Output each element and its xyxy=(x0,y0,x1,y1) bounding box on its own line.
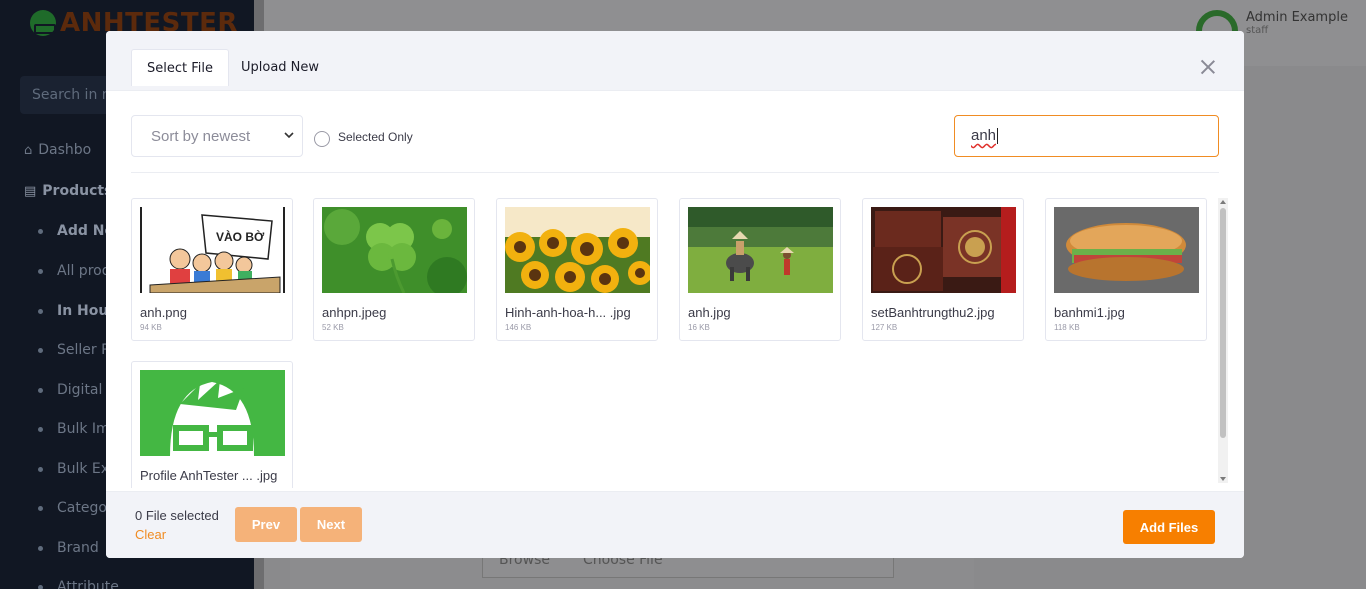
file-card[interactable]: Hinh-anh-hoa-h... .jpg 146 KB xyxy=(496,198,658,341)
file-card[interactable]: anh.jpg 16 KB xyxy=(679,198,841,341)
file-name: anh.jpg xyxy=(688,305,731,320)
bullet-icon xyxy=(38,426,43,432)
file-grid-scrollbar[interactable] xyxy=(1218,198,1228,483)
file-size: 16 KB xyxy=(688,323,710,332)
file-size: 118 KB xyxy=(1054,323,1080,332)
bullet-icon xyxy=(38,308,43,314)
file-size: 127 KB xyxy=(871,323,898,332)
file-name: anhpn.jpeg xyxy=(322,305,387,320)
file-thumbnail xyxy=(871,207,1016,293)
file-name: setBanhtrungthu2.jpg xyxy=(871,305,995,320)
file-card[interactable]: banhmi1.jpg 118 KB xyxy=(1045,198,1207,341)
file-size: 52 KB xyxy=(322,323,344,332)
sidebar-item-label: Dashbo xyxy=(38,142,92,158)
file-picker-modal: Select File Upload New Sort by newest Se… xyxy=(106,31,1244,558)
file-name: anh.png xyxy=(140,305,187,320)
file-name: Hinh-anh-hoa-h... .jpg xyxy=(505,305,631,320)
divider xyxy=(131,172,1219,173)
clear-link[interactable]: Clear xyxy=(135,527,166,542)
selected-only-label: Selected Only xyxy=(338,130,413,144)
sidebar-item[interactable]: Categor xyxy=(38,500,113,516)
file-thumbnail xyxy=(1054,207,1199,293)
scroll-down-icon[interactable] xyxy=(1220,477,1226,481)
sidebar-item[interactable]: Brand xyxy=(38,540,99,556)
file-card[interactable]: Profile AnhTester ... .jpg xyxy=(131,361,293,488)
file-name: Profile AnhTester ... .jpg xyxy=(140,468,278,483)
cart-icon: ▤ xyxy=(24,183,37,199)
scroll-up-icon[interactable] xyxy=(1220,200,1226,204)
search-input-value: anh xyxy=(971,127,997,144)
modal-header: Select File Upload New xyxy=(106,31,1244,91)
file-card[interactable]: VÀO BỜ anh.png 94 KB xyxy=(131,198,293,341)
file-size: 94 KB xyxy=(140,323,162,332)
chevron-down-icon xyxy=(284,132,294,139)
sidebar-item[interactable]: ⌂ Dashbo xyxy=(24,142,91,158)
file-card[interactable]: anhpn.jpeg 52 KB xyxy=(313,198,475,341)
next-button[interactable]: Next xyxy=(300,507,362,542)
file-thumbnail xyxy=(140,370,285,456)
close-icon[interactable] xyxy=(1198,57,1218,77)
prev-button[interactable]: Prev xyxy=(235,507,297,542)
sidebar-item-label: Brand xyxy=(57,540,99,556)
bullet-icon xyxy=(38,228,43,234)
tab-select-file[interactable]: Select File xyxy=(131,49,229,86)
selected-only-toggle[interactable]: Selected Only xyxy=(314,127,413,147)
bullet-icon xyxy=(38,584,43,589)
bullet-icon xyxy=(38,466,43,472)
bullet-icon xyxy=(38,268,43,274)
file-size: 146 KB xyxy=(505,323,532,332)
file-thumbnail: VÀO BỜ xyxy=(140,207,285,293)
scroll-thumb[interactable] xyxy=(1220,208,1226,438)
sidebar-item-label: Attribute xyxy=(57,579,119,589)
svg-text:VÀO BỜ: VÀO BỜ xyxy=(216,229,265,244)
file-grid: VÀO BỜ anh.png 94 KB anhpn.jpeg 52 KB Hinh-an… xyxy=(131,198,1219,488)
bullet-icon xyxy=(38,347,43,353)
user-role: staff xyxy=(1246,25,1269,36)
bullet-icon xyxy=(38,387,43,393)
search-input[interactable]: anh xyxy=(954,115,1219,157)
add-files-button[interactable]: Add Files xyxy=(1123,510,1215,544)
bullet-icon xyxy=(38,505,43,511)
selected-count: 0 File selected xyxy=(135,508,219,523)
sidebar-item[interactable]: ▤ Products xyxy=(24,183,112,199)
sort-select[interactable]: Sort by newest xyxy=(131,115,303,157)
file-thumbnail xyxy=(322,207,467,293)
logo-icon xyxy=(30,10,56,36)
sidebar-item-label: Products xyxy=(42,183,113,199)
modal-footer: 0 File selected Clear Prev Next Add File… xyxy=(106,491,1244,558)
file-name: banhmi1.jpg xyxy=(1054,305,1125,320)
sidebar-item[interactable]: Attribute xyxy=(38,579,119,589)
file-thumbnail xyxy=(505,207,650,293)
selected-only-radio[interactable] xyxy=(314,131,330,147)
text-caret xyxy=(997,128,999,145)
user-name: Admin Example xyxy=(1246,10,1348,25)
file-thumbnail xyxy=(688,207,833,293)
sort-select-value: Sort by newest xyxy=(151,128,251,145)
file-card[interactable]: setBanhtrungthu2.jpg 127 KB xyxy=(862,198,1024,341)
home-icon: ⌂ xyxy=(24,142,33,158)
bullet-icon xyxy=(38,545,43,551)
sidebar-item[interactable]: Digital P xyxy=(38,382,115,398)
sidebar-item-label: Categor xyxy=(57,500,113,516)
tab-upload-new[interactable]: Upload New xyxy=(226,49,334,85)
